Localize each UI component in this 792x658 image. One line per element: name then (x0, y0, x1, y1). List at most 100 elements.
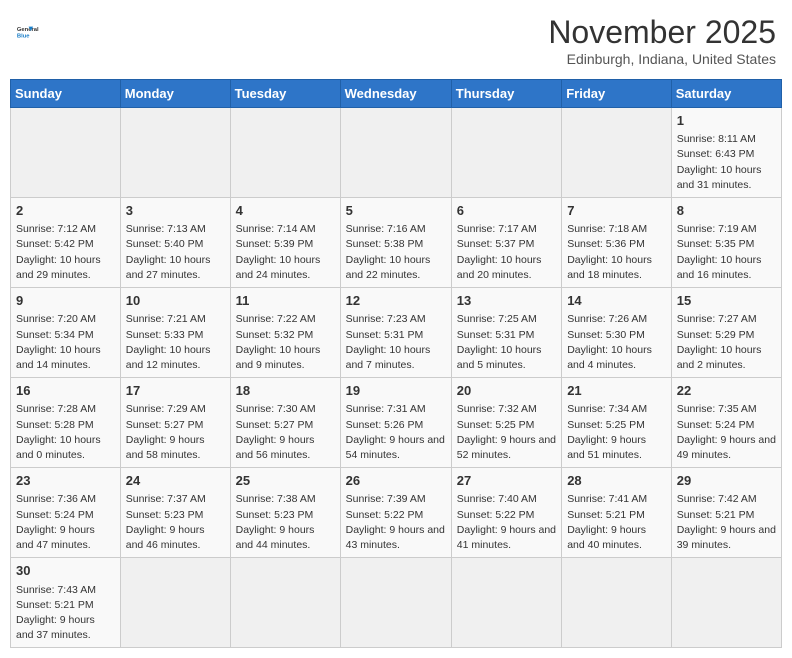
calendar-cell (451, 558, 561, 648)
day-number: 20 (457, 382, 556, 400)
weekday-header-monday: Monday (120, 80, 230, 108)
title-block: November 2025 Edinburgh, Indiana, United… (548, 14, 776, 67)
calendar-cell: 20 Sunrise: 7:32 AM Sunset: 5:25 PM Dayli… (451, 378, 561, 468)
day-info: Sunrise: 7:41 AM Sunset: 5:21 PM Dayligh… (567, 492, 666, 553)
day-info: Sunrise: 7:31 AM Sunset: 5:26 PM Dayligh… (346, 402, 446, 463)
day-number: 30 (16, 562, 115, 580)
weekday-header-tuesday: Tuesday (230, 80, 340, 108)
calendar-cell: 18 Sunrise: 7:30 AM Sunset: 5:27 PM Dayli… (230, 378, 340, 468)
calendar-cell: 13Sunrise: 7:25 AM Sunset: 5:31 PM Dayli… (451, 288, 561, 378)
day-info: Sunrise: 7:25 AM Sunset: 5:31 PM Dayligh… (457, 312, 556, 373)
day-number: 4 (236, 202, 335, 220)
month-title: November 2025 (548, 14, 776, 51)
weekday-header-row: SundayMondayTuesdayWednesdayThursdayFrid… (11, 80, 782, 108)
calendar-cell: 22 Sunrise: 7:35 AM Sunset: 5:24 PM Dayli… (671, 378, 781, 468)
day-info: Sunrise: 7:30 AM Sunset: 5:27 PM Dayligh… (236, 402, 335, 463)
day-number: 23 (16, 472, 115, 490)
calendar-cell: 5 Sunrise: 7:16 AM Sunset: 5:38 PM Daylig… (340, 198, 451, 288)
day-number: 25 (236, 472, 335, 490)
calendar-cell: 14Sunrise: 7:26 AM Sunset: 5:30 PM Dayli… (562, 288, 672, 378)
calendar-cell (230, 108, 340, 198)
day-number: 11 (236, 292, 335, 310)
day-info: Sunrise: 7:12 AM Sunset: 5:42 PM Dayligh… (16, 222, 115, 283)
day-info: Sunrise: 7:35 AM Sunset: 5:24 PM Dayligh… (677, 402, 776, 463)
day-info: Sunrise: 7:40 AM Sunset: 5:22 PM Dayligh… (457, 492, 556, 553)
day-info: Sunrise: 7:42 AM Sunset: 5:21 PM Dayligh… (677, 492, 776, 553)
day-number: 12 (346, 292, 446, 310)
day-info: Sunrise: 7:13 AM Sunset: 5:40 PM Dayligh… (126, 222, 225, 283)
day-number: 7 (567, 202, 666, 220)
weekday-header-friday: Friday (562, 80, 672, 108)
day-number: 6 (457, 202, 556, 220)
day-info: Sunrise: 7:16 AM Sunset: 5:38 PM Dayligh… (346, 222, 446, 283)
logo-icon: General Blue (16, 14, 52, 50)
calendar-cell (562, 558, 672, 648)
calendar-cell: 1 Sunrise: 8:11 AM Sunset: 6:43 PM Daylig… (671, 108, 781, 198)
day-info: Sunrise: 7:21 AM Sunset: 5:33 PM Dayligh… (126, 312, 225, 373)
svg-text:Blue: Blue (17, 33, 30, 39)
calendar-cell: 3 Sunrise: 7:13 AM Sunset: 5:40 PM Daylig… (120, 198, 230, 288)
day-number: 8 (677, 202, 776, 220)
calendar-cell: 9Sunrise: 7:20 AM Sunset: 5:34 PM Daylig… (11, 288, 121, 378)
day-number: 15 (677, 292, 776, 310)
week-row-1: 2 Sunrise: 7:12 AM Sunset: 5:42 PM Daylig… (11, 198, 782, 288)
page-header: General Blue November 2025 Edinburgh, In… (10, 10, 782, 71)
day-info: Sunrise: 7:37 AM Sunset: 5:23 PM Dayligh… (126, 492, 225, 553)
day-info: Sunrise: 7:28 AM Sunset: 5:28 PM Dayligh… (16, 402, 115, 463)
day-number: 27 (457, 472, 556, 490)
calendar-cell: 25Sunrise: 7:38 AM Sunset: 5:23 PM Dayli… (230, 468, 340, 558)
calendar-cell: 21Sunrise: 7:34 AM Sunset: 5:25 PM Dayli… (562, 378, 672, 468)
day-info: Sunrise: 7:19 AM Sunset: 5:35 PM Dayligh… (677, 222, 776, 283)
calendar-cell: 8 Sunrise: 7:19 AM Sunset: 5:35 PM Daylig… (671, 198, 781, 288)
day-info: Sunrise: 7:32 AM Sunset: 5:25 PM Dayligh… (457, 402, 556, 463)
day-number: 14 (567, 292, 666, 310)
day-info: Sunrise: 7:18 AM Sunset: 5:36 PM Dayligh… (567, 222, 666, 283)
day-number: 1 (677, 112, 776, 130)
day-info: Sunrise: 7:14 AM Sunset: 5:39 PM Dayligh… (236, 222, 335, 283)
calendar-cell: 16 Sunrise: 7:28 AM Sunset: 5:28 PM Dayli… (11, 378, 121, 468)
week-row-2: 9Sunrise: 7:20 AM Sunset: 5:34 PM Daylig… (11, 288, 782, 378)
day-number: 10 (126, 292, 225, 310)
day-number: 2 (16, 202, 115, 220)
svg-text:General: General (17, 27, 39, 33)
calendar-cell: 29Sunrise: 7:42 AM Sunset: 5:21 PM Dayli… (671, 468, 781, 558)
day-number: 16 (16, 382, 115, 400)
day-info: Sunrise: 7:36 AM Sunset: 5:24 PM Dayligh… (16, 492, 115, 553)
logo: General Blue (16, 14, 52, 50)
weekday-header-thursday: Thursday (451, 80, 561, 108)
day-number: 18 (236, 382, 335, 400)
day-info: Sunrise: 8:11 AM Sunset: 6:43 PM Dayligh… (677, 132, 776, 193)
week-row-0: 1 Sunrise: 8:11 AM Sunset: 6:43 PM Daylig… (11, 108, 782, 198)
day-info: Sunrise: 7:34 AM Sunset: 5:25 PM Dayligh… (567, 402, 666, 463)
day-number: 5 (346, 202, 446, 220)
calendar-cell (230, 558, 340, 648)
day-info: Sunrise: 7:17 AM Sunset: 5:37 PM Dayligh… (457, 222, 556, 283)
calendar-cell (120, 108, 230, 198)
calendar-cell: 23 Sunrise: 7:36 AM Sunset: 5:24 PM Dayli… (11, 468, 121, 558)
week-row-3: 16 Sunrise: 7:28 AM Sunset: 5:28 PM Dayli… (11, 378, 782, 468)
calendar-cell: 26 Sunrise: 7:39 AM Sunset: 5:22 PM Dayli… (340, 468, 451, 558)
day-number: 26 (346, 472, 446, 490)
calendar-cell (451, 108, 561, 198)
day-info: Sunrise: 7:39 AM Sunset: 5:22 PM Dayligh… (346, 492, 446, 553)
calendar-cell: 12Sunrise: 7:23 AM Sunset: 5:31 PM Dayli… (340, 288, 451, 378)
day-number: 9 (16, 292, 115, 310)
day-number: 3 (126, 202, 225, 220)
calendar-cell (340, 558, 451, 648)
calendar-cell: 17Sunrise: 7:29 AM Sunset: 5:27 PM Dayli… (120, 378, 230, 468)
day-info: Sunrise: 7:43 AM Sunset: 5:21 PM Dayligh… (16, 583, 115, 644)
calendar-cell: 7 Sunrise: 7:18 AM Sunset: 5:36 PM Daylig… (562, 198, 672, 288)
day-number: 22 (677, 382, 776, 400)
day-number: 28 (567, 472, 666, 490)
calendar-cell: 10 Sunrise: 7:21 AM Sunset: 5:33 PM Dayli… (120, 288, 230, 378)
calendar-cell (340, 108, 451, 198)
calendar-cell: 24 Sunrise: 7:37 AM Sunset: 5:23 PM Dayli… (120, 468, 230, 558)
calendar-table: SundayMondayTuesdayWednesdayThursdayFrid… (10, 79, 782, 648)
calendar-cell: 6 Sunrise: 7:17 AM Sunset: 5:37 PM Daylig… (451, 198, 561, 288)
weekday-header-wednesday: Wednesday (340, 80, 451, 108)
week-row-5: 30 Sunrise: 7:43 AM Sunset: 5:21 PM Dayli… (11, 558, 782, 648)
calendar-cell (11, 108, 121, 198)
calendar-cell: 4 Sunrise: 7:14 AM Sunset: 5:39 PM Daylig… (230, 198, 340, 288)
weekday-header-saturday: Saturday (671, 80, 781, 108)
day-number: 24 (126, 472, 225, 490)
